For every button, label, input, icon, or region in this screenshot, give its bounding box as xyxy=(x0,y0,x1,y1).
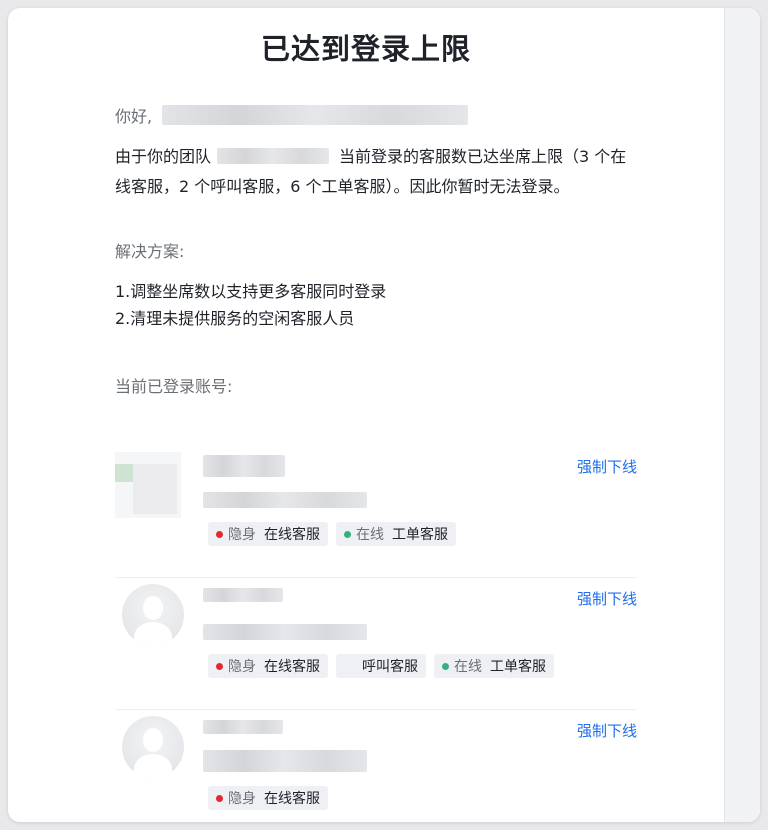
account-item: 强制下线 隐身 在线客服 在线 工单客服 xyxy=(115,446,637,578)
redacted-account-name xyxy=(203,720,283,734)
account-item: 强制下线 隐身 在线客服 呼叫客服 在线 工单客服 xyxy=(115,578,637,710)
login-limit-dialog: 已达到登录上限 你好, 由于你的团队 当前登录的客服数已达坐席上限（3 个在线客服… xyxy=(8,8,760,822)
solution-item: 1.调整坐席数以支持更多客服同时登录 xyxy=(115,282,387,301)
account-list: 强制下线 隐身 在线客服 在线 工单客服 强制下线 隐身 在线客服 呼叫客服 在… xyxy=(115,446,637,822)
dialog-title: 已达到登录上限 xyxy=(260,32,471,66)
hidden-status-dot xyxy=(216,662,223,670)
solution-list: 1.调整坐席数以支持更多客服同时登录 2.清理未提供服务的空闲客服人员 xyxy=(115,278,635,332)
account-tags: 隐身 在线客服 在线 工单客服 xyxy=(208,522,456,546)
redacted-account-name xyxy=(203,455,285,477)
redacted-team-name xyxy=(217,148,330,164)
redacted-account-name xyxy=(203,588,283,602)
avatar xyxy=(115,452,181,518)
greeting-line: 你好, xyxy=(115,103,635,127)
role-tag: 在线 工单客服 xyxy=(336,522,456,546)
avatar-placeholder-icon xyxy=(122,584,184,646)
redacted-account-email xyxy=(203,624,367,640)
accounts-title: 当前已登录账号: xyxy=(115,377,233,396)
solution-title: 解决方案: xyxy=(115,242,185,261)
online-status-dot xyxy=(442,662,449,670)
force-logout-button[interactable]: 强制下线 xyxy=(577,456,637,477)
hidden-status-dot xyxy=(216,530,223,538)
greeting-text: 你好, xyxy=(115,107,153,126)
account-tags: 隐身 在线客服 呼叫客服 在线 工单客服 xyxy=(208,654,554,678)
role-tag: 隐身 在线客服 xyxy=(208,522,328,546)
hidden-status-dot xyxy=(216,794,223,802)
role-tag: 隐身 在线客服 xyxy=(208,654,328,678)
account-tags: 隐身 在线客服 xyxy=(208,786,328,810)
role-tag: 呼叫客服 xyxy=(336,654,426,678)
scrollbar[interactable] xyxy=(724,8,760,822)
avatar-placeholder-icon xyxy=(122,716,184,778)
force-logout-button[interactable]: 强制下线 xyxy=(577,588,637,609)
solution-item: 2.清理未提供服务的空闲客服人员 xyxy=(115,309,355,328)
role-tag: 在线 工单客服 xyxy=(434,654,554,678)
redacted-account-email xyxy=(203,492,367,508)
account-item: 强制下线 隐身 在线客服 xyxy=(115,710,637,822)
message-prefix: 由于你的团队 xyxy=(115,147,212,166)
redacted-username xyxy=(162,105,469,125)
online-status-dot xyxy=(344,530,351,538)
limit-message: 由于你的团队 当前登录的客服数已达坐席上限（3 个在线客服，2 个呼叫客服，6 个… xyxy=(115,142,635,202)
role-tag: 隐身 在线客服 xyxy=(208,786,328,810)
redacted-account-email xyxy=(203,750,367,772)
force-logout-button[interactable]: 强制下线 xyxy=(577,720,637,741)
dialog-content: 你好, 由于你的团队 当前登录的客服数已达坐席上限（3 个在线客服，2 个呼叫客服… xyxy=(115,103,635,397)
